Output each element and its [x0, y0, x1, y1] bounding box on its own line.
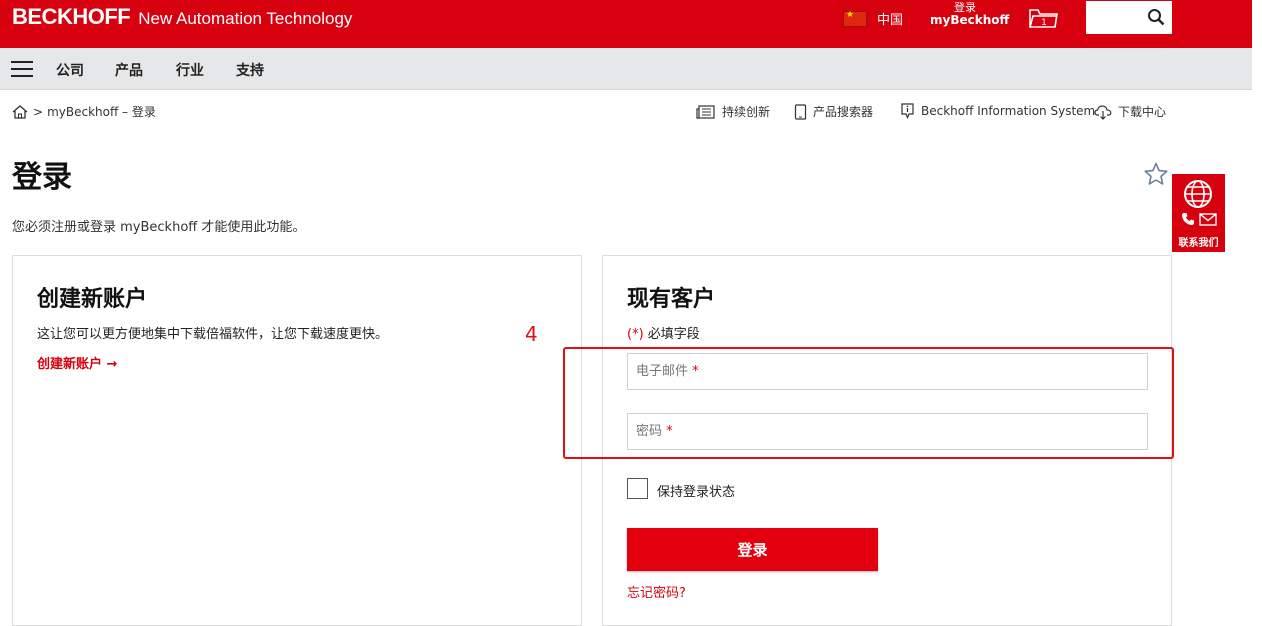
mybeckhoff-label: myBeckhoff: [930, 13, 1010, 27]
folder-icon[interactable]: 1: [1028, 6, 1058, 30]
breadcrumb: > myBeckhoff – 登录: [12, 103, 156, 120]
nav-item-products[interactable]: 产品: [115, 60, 143, 80]
util-link-product-finder-label: 产品搜索器: [813, 105, 874, 119]
remember-me-label[interactable]: 保持登录状态: [657, 481, 735, 500]
util-link-product-finder[interactable]: 产品搜索器: [794, 103, 873, 120]
page-title: 登录: [12, 160, 72, 195]
required-hint-text: 必填字段: [643, 327, 700, 342]
required-fields-hint: (*) 必填字段: [627, 323, 700, 342]
util-link-innovation-label: 持续创新: [722, 105, 771, 119]
hamburger-menu-icon[interactable]: [11, 61, 33, 77]
login-required-notice: 您必须注册或登录 myBeckhoff 才能使用此功能。: [12, 220, 306, 235]
tablet-icon: [794, 103, 807, 120]
create-account-link[interactable]: 创建新账户 →: [37, 353, 117, 372]
forgot-password-link[interactable]: 忘记密码?: [627, 582, 686, 601]
password-placeholder: 密码: [636, 424, 663, 439]
main-navigation: 公司 产品 行业 支持: [0, 48, 1252, 90]
email-field[interactable]: 电子邮件 *: [627, 353, 1148, 390]
news-icon: [696, 104, 715, 119]
create-account-description: 这让您可以更方便地集中下载倍福软件，让您下载速度更快。: [37, 327, 389, 342]
bookmark-star-icon[interactable]: [1143, 162, 1169, 186]
breadcrumb-current: myBeckhoff – 登录: [47, 105, 156, 119]
country-selector[interactable]: 中国: [843, 9, 903, 28]
password-required-mark: *: [666, 424, 673, 439]
phone-icon: [1182, 213, 1194, 225]
email-required-mark: *: [692, 364, 699, 379]
create-account-title: 创建新账户: [37, 287, 148, 312]
china-flag-icon: [843, 10, 867, 27]
util-link-download-center-label: 下载中心: [1118, 105, 1167, 119]
password-field[interactable]: 密码 *: [627, 413, 1148, 450]
remember-me-checkbox[interactable]: [627, 478, 648, 499]
info-icon: [901, 103, 914, 119]
existing-customer-title: 现有客户: [627, 287, 716, 312]
mybeckhoff-login-link[interactable]: 登录 myBeckhoff: [930, 1, 1010, 27]
nav-item-support[interactable]: 支持: [236, 60, 264, 80]
annotation-number: 4: [525, 322, 538, 346]
contact-us-widget[interactable]: 联系我们: [1172, 174, 1225, 252]
folder-count: 1: [1041, 18, 1047, 28]
home-icon[interactable]: [12, 104, 28, 119]
breadcrumb-separator: >: [33, 104, 44, 119]
nav-item-industries[interactable]: 行业: [176, 60, 204, 80]
beckhoff-logo[interactable]: BECKHOFF New Automation Technology: [12, 4, 352, 32]
create-account-panel: 创建新账户 这让您可以更方便地集中下载倍福软件，让您下载速度更快。 创建新账户 …: [12, 255, 582, 626]
util-link-information-system-label: Beckhoff Information System: [921, 104, 1096, 118]
email-placeholder: 电子邮件: [636, 364, 689, 379]
globe-icon: [1184, 180, 1212, 208]
logo-tagline: New Automation Technology: [138, 9, 353, 28]
contact-us-label: 联系我们: [1178, 238, 1219, 249]
util-link-information-system[interactable]: Beckhoff Information System: [900, 103, 1095, 119]
existing-customer-panel: 现有客户 (*) 必填字段 电子邮件 * 密码 * 保持登录状态 登录 忘记密码…: [602, 255, 1172, 626]
mail-icon: [1199, 213, 1217, 226]
login-submit-button[interactable]: 登录: [627, 528, 878, 571]
country-label: 中国: [877, 13, 904, 28]
cloud-download-icon: [1094, 104, 1112, 120]
required-hint-asterisk: (*): [627, 327, 644, 342]
util-link-innovation[interactable]: 持续创新: [696, 103, 770, 120]
top-header: BECKHOFF New Automation Technology 中国 登录…: [0, 0, 1252, 48]
util-link-download-center[interactable]: 下载中心: [1094, 103, 1166, 120]
nav-item-company[interactable]: 公司: [56, 60, 84, 80]
logo-brand: BECKHOFF: [12, 4, 131, 29]
search-icon[interactable]: [1147, 8, 1165, 26]
